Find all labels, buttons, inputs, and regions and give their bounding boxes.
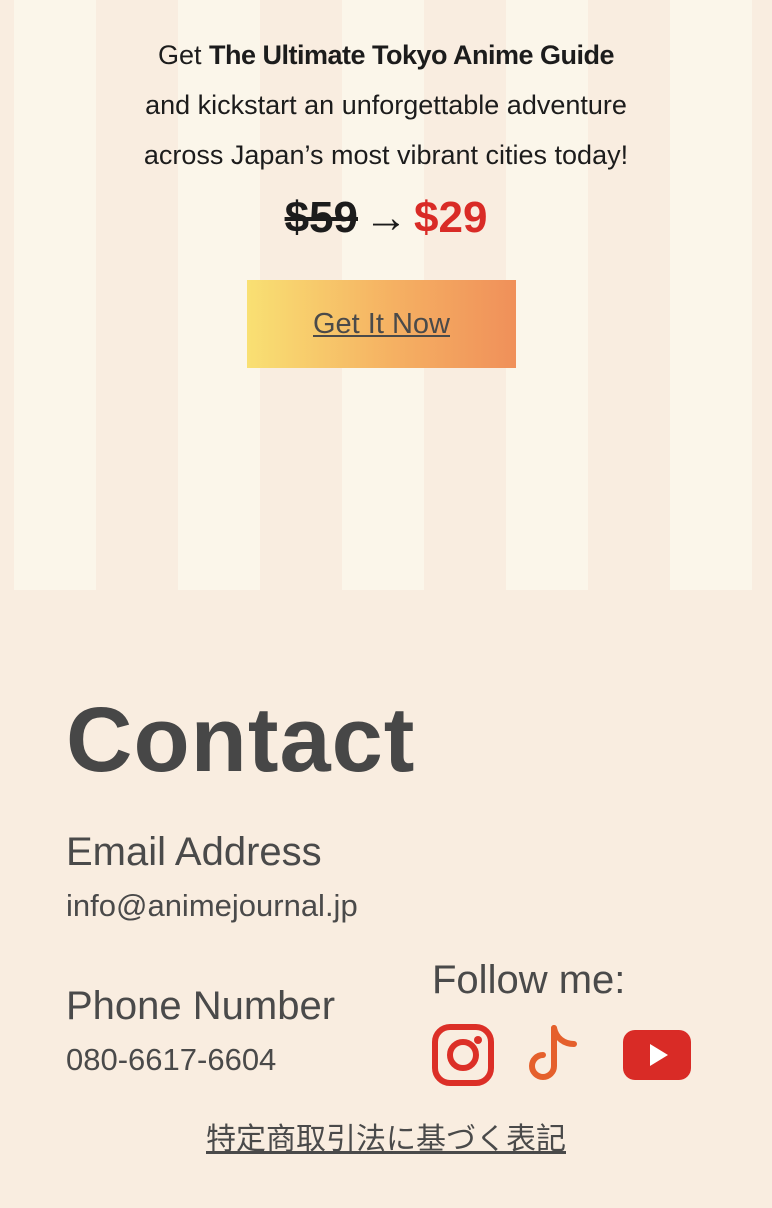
promo-prefix: Get (157, 40, 202, 70)
promo-line-2: and kickstart an unforgettable adventure (145, 90, 627, 120)
contact-heading: Contact (66, 689, 416, 791)
youtube-icon[interactable] (622, 1022, 692, 1088)
email-label: Email Address (66, 830, 322, 874)
follow-label: Follow me: (432, 958, 626, 1002)
promo-description: Get The Ultimate Tokyo Anime Guide and k… (0, 30, 772, 180)
price-display: $59 → $29 (0, 188, 772, 248)
guide-title: The Ultimate Tokyo Anime Guide (208, 40, 615, 70)
instagram-icon[interactable] (432, 1022, 494, 1088)
tiktok-icon[interactable] (526, 1022, 584, 1088)
promo-section: Get The Ultimate Tokyo Anime Guide and k… (0, 0, 772, 590)
legal-notice-link[interactable]: 特定商取引法に基づく表記 (0, 1114, 772, 1158)
promo-line-3: across Japan’s most vibrant cities today… (143, 140, 629, 170)
old-price: $59 (284, 193, 358, 242)
phone-label: Phone Number (66, 984, 336, 1028)
phone-value[interactable]: 080-6617-6604 (66, 1040, 276, 1080)
sale-price: $29 (414, 193, 488, 242)
get-it-now-button[interactable]: Get It Now (247, 280, 516, 368)
email-value[interactable]: info@animejournal.jp (66, 886, 358, 926)
price-arrow: → (364, 193, 408, 242)
promo-line-1: Get The Ultimate Tokyo Anime Guide (0, 30, 772, 80)
